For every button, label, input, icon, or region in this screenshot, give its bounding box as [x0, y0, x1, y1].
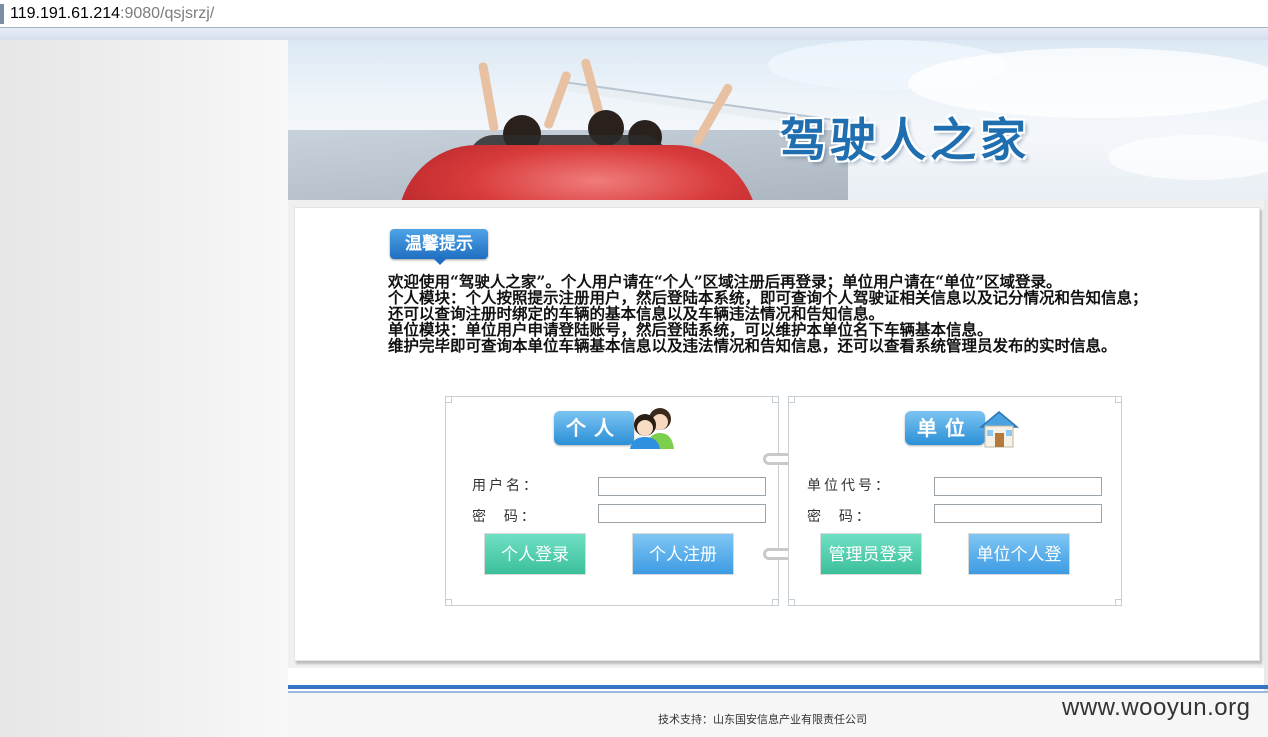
box-corner [1115, 599, 1122, 606]
tips-text: 欢迎使用“驾驶人之家”。个人用户请在“个人”区域注册后再登录；单位用户请在“单位… [388, 274, 1258, 354]
box-corner [772, 599, 779, 606]
box-corner [788, 396, 795, 403]
footer-support-text: 技术支持：山东国安信息产业有限责任公司 [658, 713, 867, 726]
house-icon [978, 411, 1020, 448]
browser-address-bar: 119.191.61.214:9080/qsjsrzj/ [0, 0, 1268, 28]
personal-register-button[interactable]: 个人注册 [632, 533, 734, 575]
url-host: 119.191.61.214 [10, 5, 121, 22]
box-corner [445, 599, 452, 606]
tips-badge: 温馨提示 [390, 229, 488, 265]
username-input[interactable] [598, 477, 766, 496]
banner-raised-arm [477, 61, 500, 133]
watermark-text: www.wooyun.org [1062, 694, 1251, 721]
url-path: :9080/qsjsrzj/ [120, 5, 215, 22]
unit-heading: 单位 [905, 411, 985, 445]
unit-password-label: 密 码： [807, 509, 873, 525]
tips-line: 维护完毕即可查询本单位车辆基本信息以及违法情况和告知信息，还可以查看系统管理员发… [388, 336, 1117, 355]
address-bar-edge [0, 4, 4, 24]
admin-login-button[interactable]: 管理员登录 [820, 533, 922, 575]
header-banner: 驾驶人之家 [288, 40, 1268, 200]
password-label: 密 码： [472, 509, 538, 525]
site-title: 驾驶人之家 [780, 113, 1030, 167]
banner-cloud [1108, 135, 1268, 180]
unit-login-box: 单位 单位代号： 密 码： 管理员登录 单位个人登录 [788, 396, 1122, 607]
personal-login-button[interactable]: 个人登录 [484, 533, 586, 575]
unit-code-label: 单位代号： [807, 478, 892, 494]
banner-raised-arm [543, 70, 572, 130]
personal-login-box: 个人 用户名： 密 码： 个人登录 个人注册 [445, 396, 779, 606]
password-input[interactable] [598, 504, 766, 523]
page-left-background [0, 40, 288, 737]
footer-divider [288, 685, 1268, 689]
banner-red-convertible [398, 145, 758, 200]
unit-personal-login-button[interactable]: 单位个人登录 [968, 533, 1070, 607]
url-field[interactable]: 119.191.61.214:9080/qsjsrzj/ [10, 4, 214, 24]
unit-password-input[interactable] [934, 504, 1102, 523]
browser-toolbar-strip [0, 28, 1268, 40]
users-icon [630, 408, 674, 449]
box-corner [788, 599, 795, 606]
username-label: 用户名： [472, 478, 540, 494]
box-corner [445, 396, 452, 403]
box-corner [1115, 396, 1122, 403]
unit-code-input[interactable] [934, 477, 1102, 496]
personal-heading: 个人 [554, 411, 634, 445]
box-corner [772, 396, 779, 403]
